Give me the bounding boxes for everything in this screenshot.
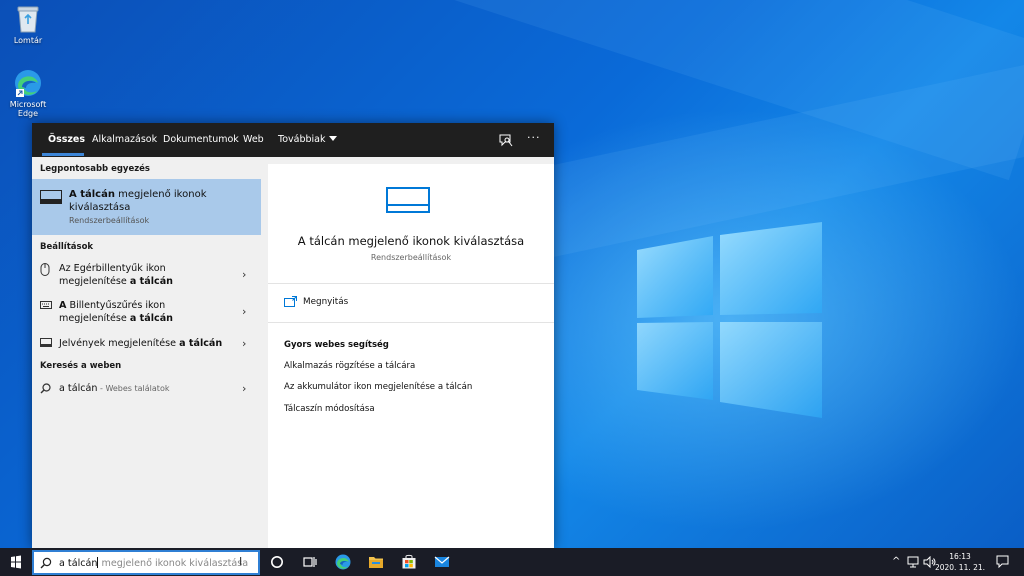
search-autocomplete-suggestion: megjelenő ikonok kiválasztása xyxy=(101,558,249,569)
web-results-suffix: - Webes találatok xyxy=(97,384,170,393)
result-label-bold: a tálcán xyxy=(179,338,223,349)
windows-logo-wallpaper xyxy=(637,222,822,418)
best-match-item[interactable]: A tálcán megjelenő ikonok kiválasztása R… xyxy=(32,179,261,235)
help-link[interactable]: Tálcaszín módosítása xyxy=(284,404,375,414)
mail-icon[interactable] xyxy=(433,553,451,571)
results-list: Legpontosabb egyezés A tálcán megjelenő … xyxy=(32,157,261,548)
ibeam-cursor-icon: I xyxy=(239,555,243,568)
result-label-bold: a tálcán xyxy=(129,276,173,287)
tab-more[interactable]: Továbbiak xyxy=(278,134,338,145)
system-clock[interactable]: 16:13 2020. 11. 21. xyxy=(932,551,988,573)
chevron-right-icon: › xyxy=(242,382,247,395)
network-icon[interactable] xyxy=(907,556,921,568)
mouse-icon xyxy=(40,263,50,276)
clock-date: 2020. 11. 21. xyxy=(934,563,986,572)
result-label-text: Jelvények megjelenítése xyxy=(59,338,180,349)
taskbar-settings-icon xyxy=(386,187,430,213)
divider xyxy=(268,283,554,284)
desktop-icon-label: Microsoft Edge xyxy=(9,100,47,118)
caret-down-icon xyxy=(329,136,338,141)
windows-logo-icon xyxy=(11,555,21,569)
best-match-title: A tálcán megjelenő ikonok kiválasztása xyxy=(69,188,249,214)
microsoft-edge-icon xyxy=(15,70,41,97)
feedback-icon[interactable] xyxy=(498,132,514,148)
help-link[interactable]: Alkalmazás rögzítése a tálcára xyxy=(284,361,415,371)
microsoft-store-icon[interactable] xyxy=(400,553,418,571)
settings-result-badges[interactable]: Jelvények megjelenítése a tálcán › xyxy=(32,337,261,353)
start-button[interactable] xyxy=(0,548,32,576)
taskbar: a tálcán megjelenő ikonok kiválasztása I… xyxy=(0,548,1024,576)
detail-subtitle: Rendszerbeállítások xyxy=(370,253,452,262)
desktop-icon-recycle-bin[interactable]: Lomtár xyxy=(0,4,56,45)
result-label: a tálcán - Webes találatok xyxy=(59,382,234,395)
search-text: a tálcán megjelenő ikonok kiválasztása xyxy=(59,557,248,569)
microsoft-edge-icon[interactable] xyxy=(334,553,352,571)
settings-heading: Beállítások xyxy=(40,242,94,252)
text-caret xyxy=(97,557,99,568)
open-action-label: Megnyitás xyxy=(303,297,349,307)
best-match-subtitle: Rendszerbeállítások xyxy=(69,216,150,225)
result-detail-pane: A tálcán megjelenő ikonok kiválasztása R… xyxy=(268,164,554,548)
best-match-heading: Legpontosabb egyezés xyxy=(40,164,150,174)
result-label: Az Egérbillentyűk ikon megjelenítése a t… xyxy=(59,262,234,288)
open-window-icon xyxy=(284,296,297,307)
file-explorer-icon[interactable] xyxy=(367,553,385,571)
result-label: Jelvények megjelenítése a tálcán xyxy=(59,337,234,350)
detail-title: A tálcán megjelenő ikonok kiválasztása xyxy=(297,234,525,248)
tab-more-label: Továbbiak xyxy=(278,134,326,145)
taskbar-settings-icon xyxy=(40,190,62,204)
keyboard-icon xyxy=(40,301,52,309)
tab-all[interactable]: Összes xyxy=(48,134,85,145)
chevron-right-icon: › xyxy=(242,337,247,350)
settings-result-filter-keys[interactable]: A Billentyűszűrés ikon megjelenítése a t… xyxy=(32,299,261,327)
help-link[interactable]: Az akkumulátor ikon megjelenítése a tálc… xyxy=(284,382,472,392)
web-query: a tálcán xyxy=(59,383,98,394)
tab-documents[interactable]: Dokumentumok xyxy=(163,134,239,145)
search-filter-tabs: Összes Alkalmazások Dokumentumok Web Tov… xyxy=(32,123,554,157)
taskbar-settings-icon xyxy=(40,338,52,347)
recycle-bin-icon xyxy=(17,6,39,33)
result-label-bold: a tálcán xyxy=(129,313,173,324)
tab-apps[interactable]: Alkalmazások xyxy=(92,134,157,145)
action-center-icon[interactable] xyxy=(996,555,1009,568)
best-match-title-bold: A tálcán xyxy=(69,189,115,200)
search-icon xyxy=(40,557,52,569)
divider xyxy=(268,322,554,323)
chevron-right-icon: › xyxy=(242,305,247,318)
result-label: A Billentyűszűrés ikon megjelenítése a t… xyxy=(59,299,234,325)
more-options-icon[interactable]: ··· xyxy=(527,131,541,144)
taskbar-search-input[interactable]: a tálcán megjelenő ikonok kiválasztása I xyxy=(32,550,260,575)
desktop-icon-label: Lomtár xyxy=(13,36,43,45)
web-help-heading: Gyors webes segítség xyxy=(284,340,389,350)
desktop-icon-microsoft-edge[interactable]: Microsoft Edge xyxy=(0,68,56,118)
task-view-icon[interactable] xyxy=(301,553,319,571)
clock-time: 16:13 xyxy=(949,552,971,561)
search-icon xyxy=(40,383,51,394)
web-search-heading: Keresés a weben xyxy=(40,361,122,371)
settings-result-mouse-keys[interactable]: Az Egérbillentyűk ikon megjelenítése a t… xyxy=(32,262,261,290)
cortana-icon[interactable] xyxy=(268,553,286,571)
chevron-right-icon: › xyxy=(242,268,247,281)
active-tab-indicator xyxy=(42,153,84,156)
search-typed-text: a tálcán xyxy=(59,558,98,569)
search-flyout: Összes Alkalmazások Dokumentumok Web Tov… xyxy=(32,123,554,548)
web-search-result[interactable]: a tálcán - Webes találatok › xyxy=(32,382,261,398)
chevron-up-icon[interactable]: ^ xyxy=(892,556,900,567)
tab-web[interactable]: Web xyxy=(243,134,264,145)
